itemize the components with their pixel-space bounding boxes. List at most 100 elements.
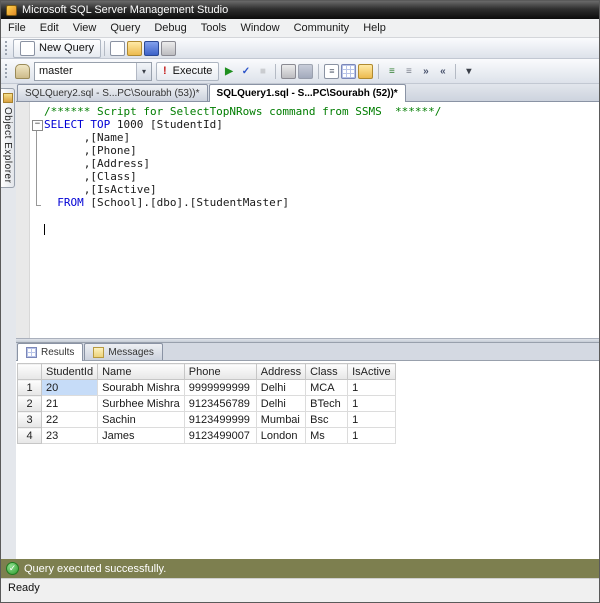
grid-cell[interactable]: Sachin [97, 411, 185, 428]
code-line-3[interactable]: ,[Name] [30, 131, 599, 144]
code-line-8[interactable]: FROM [School].[dbo].[StudentMaster] [30, 196, 599, 209]
code-line-2[interactable]: SELECT TOP 1000 [StudentId] [30, 118, 599, 131]
fold-margin [30, 183, 44, 196]
results-tab-results[interactable]: Results [17, 343, 84, 361]
code-text: ,[Phone] [44, 144, 137, 157]
query-options-icon[interactable] [281, 63, 297, 79]
code-line-4[interactable]: ,[Phone] [30, 144, 599, 157]
row-header-3[interactable]: 3 [17, 411, 42, 428]
debug-play-icon[interactable]: ▶ [221, 64, 236, 79]
menu-file[interactable]: File [1, 19, 33, 38]
available-databases-icon[interactable] [15, 63, 30, 79]
grid-row-2: 2 21 Surbhee Mishra 9123456789 Delhi BTech 1 [17, 395, 396, 412]
menu-query[interactable]: Query [103, 19, 147, 38]
grid-row-4: 4 23 James 9123499007 London Ms 1 [17, 427, 396, 444]
menu-edit[interactable]: Edit [33, 19, 66, 38]
object-explorer-tab[interactable]: Object Explorer [1, 88, 15, 189]
document-well: Object Explorer SQLQuery2.sql - S...PC\S… [1, 84, 599, 559]
fold-margin [30, 209, 44, 222]
database-combo[interactable]: master ▾ [34, 61, 152, 81]
grid-cell[interactable]: Delhi [255, 395, 307, 412]
column-header-studentid[interactable]: StudentId [40, 363, 99, 380]
menu-community[interactable]: Community [287, 19, 357, 38]
grid-cell[interactable]: Ms [305, 427, 349, 444]
menu-help[interactable]: Help [356, 19, 393, 38]
code-line-6[interactable]: ,[Class] [30, 170, 599, 183]
menu-window[interactable]: Window [233, 19, 286, 38]
window-title: Microsoft SQL Server Management Studio [22, 4, 229, 16]
new-query-button[interactable]: New Query [13, 38, 102, 58]
menu-debug[interactable]: Debug [147, 19, 193, 38]
indent-icon[interactable]: » [418, 64, 433, 79]
code-line-9[interactable] [30, 209, 599, 222]
cancel-query-icon[interactable]: ■ [255, 64, 270, 79]
column-header-name[interactable]: Name [97, 363, 185, 380]
grid-cell[interactable]: 1 [347, 411, 396, 428]
execute-button[interactable]: ! Execute [156, 61, 220, 81]
menu-tools[interactable]: Tools [194, 19, 234, 38]
grid-cell[interactable]: 9123499007 [183, 427, 257, 444]
print-icon[interactable] [161, 40, 177, 56]
results-to-grid-icon[interactable] [341, 63, 357, 79]
menu-view[interactable]: View [66, 19, 104, 38]
grid-corner[interactable] [17, 363, 42, 380]
save-icon[interactable] [144, 40, 160, 56]
row-header-2[interactable]: 2 [17, 395, 42, 412]
uncomment-icon[interactable]: ≡ [401, 64, 416, 79]
code-line-10[interactable] [30, 222, 599, 235]
column-header-phone[interactable]: Phone [183, 363, 257, 380]
results-to-text-icon[interactable] [324, 63, 340, 79]
grid-cell[interactable]: 1 [347, 427, 396, 444]
new-database-query-icon[interactable] [110, 40, 126, 56]
sql-code: /****** Script for SelectTopNRows comman… [16, 102, 599, 235]
combo-dropdown-icon[interactable]: ▾ [136, 62, 151, 80]
grid-cell[interactable]: London [255, 427, 307, 444]
grid-cell[interactable]: 9123499999 [183, 411, 257, 428]
comment-icon[interactable]: ≡ [384, 64, 399, 79]
new-query-label: New Query [39, 42, 95, 54]
grid-cell[interactable]: Mumbai [255, 411, 307, 428]
outdent-icon[interactable]: « [435, 64, 450, 79]
parse-check-icon[interactable]: ✓ [238, 64, 253, 79]
code-line-1[interactable]: /****** Script for SelectTopNRows comman… [30, 105, 599, 118]
execute-bang-icon: ! [163, 65, 167, 77]
results-tab-messages[interactable]: Messages [84, 343, 163, 360]
grid-cell[interactable]: 9123456789 [183, 395, 257, 412]
code-line-7[interactable]: ,[IsActive] [30, 183, 599, 196]
document-tab-1[interactable]: SQLQuery2.sql - S...PC\Sourabh (53))* [17, 84, 208, 101]
grid-cell[interactable]: Surbhee Mishra [97, 395, 185, 412]
fold-margin [30, 105, 44, 118]
column-header-class[interactable]: Class [305, 363, 349, 380]
fold-collapse-icon[interactable] [30, 118, 44, 131]
code-line-5[interactable]: ,[Address] [30, 157, 599, 170]
toolbar-grip[interactable] [5, 41, 9, 55]
open-file-icon[interactable] [127, 40, 143, 56]
row-header-1[interactable]: 1 [17, 379, 42, 396]
grid-cell[interactable]: James [97, 427, 185, 444]
sql-editor[interactable]: /****** Script for SelectTopNRows comman… [16, 102, 599, 338]
grid-cell[interactable]: MCA [305, 379, 349, 396]
column-header-address[interactable]: Address [255, 363, 307, 380]
column-header-isactive[interactable]: IsActive [347, 363, 396, 380]
document-tab-2[interactable]: SQLQuery1.sql - S...PC\Sourabh (52))* [208, 84, 406, 102]
grid-cell[interactable]: BTech [305, 395, 349, 412]
grid-cell[interactable]: 1 [347, 395, 396, 412]
title-bar: Microsoft SQL Server Management Studio [1, 1, 599, 19]
toolbar-options-icon[interactable]: ▾ [461, 64, 476, 79]
grid-cell[interactable]: 9999999999 [183, 379, 257, 396]
intellisense-icon[interactable] [298, 63, 314, 79]
grid-cell[interactable]: Sourabh Mishra [97, 379, 185, 396]
grid-cell[interactable]: 21 [40, 395, 99, 412]
results-grid-container: StudentId Name Phone Address Class IsActive 1… [16, 361, 599, 559]
grid-cell[interactable]: 22 [40, 411, 99, 428]
grid-cell[interactable]: 1 [347, 379, 396, 396]
fold-margin [30, 157, 44, 170]
grid-cell[interactable]: Delhi [255, 379, 307, 396]
grid-cell[interactable]: 20 [40, 379, 99, 396]
grid-cell[interactable]: Bsc [305, 411, 349, 428]
results-to-file-icon[interactable] [358, 63, 374, 79]
row-header-4[interactable]: 4 [17, 427, 42, 444]
toolbar-grip[interactable] [5, 64, 9, 78]
grid-cell[interactable]: 23 [40, 427, 99, 444]
document-tab-label: SQLQuery2.sql - S...PC\Sourabh (53))* [25, 87, 200, 99]
